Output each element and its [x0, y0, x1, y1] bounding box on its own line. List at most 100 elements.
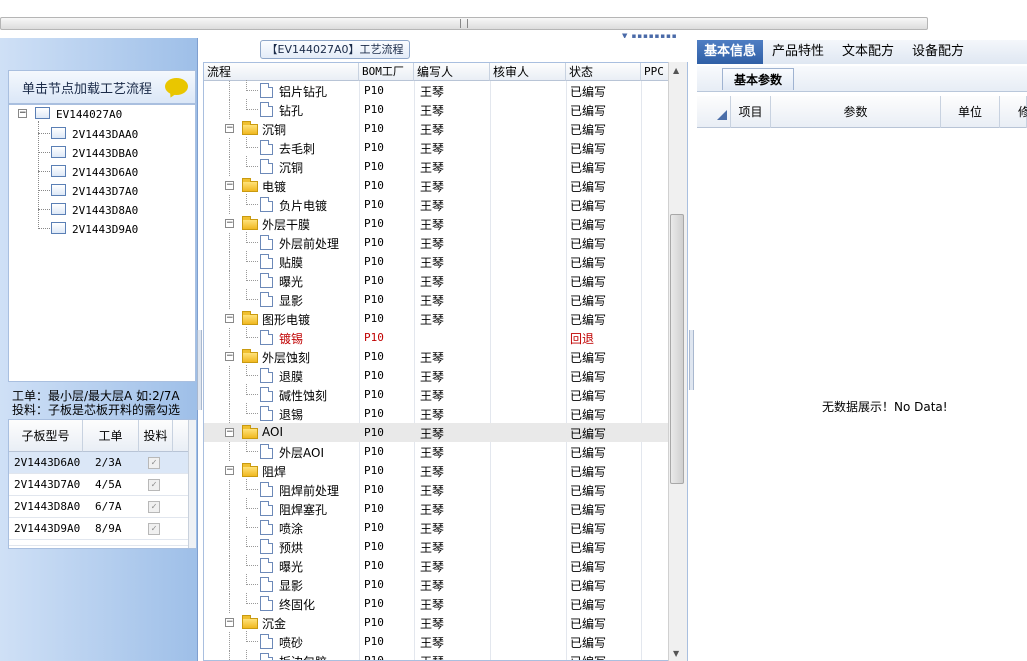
process-step-row[interactable]: 显影 P10 王琴 已编写 — [204, 289, 670, 309]
col-header-status[interactable]: 状态 — [566, 63, 641, 81]
process-name: 退膜 — [279, 370, 304, 384]
process-step-row[interactable]: 喷涂 P10 王琴 已编写 — [204, 517, 670, 537]
process-step-row[interactable]: 预烘 P10 王琴 已编写 — [204, 536, 670, 556]
expand-toggle-icon[interactable]: − — [225, 181, 234, 190]
tree-line — [229, 537, 230, 556]
col-header-feed[interactable]: 投料 — [139, 420, 173, 452]
tab-product-features[interactable]: 产品特性 — [765, 40, 831, 64]
process-step-row[interactable]: 退膜 P10 王琴 已编写 — [204, 365, 670, 385]
scroll-up-icon[interactable]: ▲ — [673, 66, 679, 75]
status-cell: 已编写 — [570, 104, 607, 118]
process-step-row[interactable]: 贴膜 P10 王琴 已编写 — [204, 251, 670, 271]
writer-cell: 王琴 — [420, 465, 445, 479]
col-header-flow[interactable]: 流程 — [204, 63, 359, 81]
scrollbar-grip-icon[interactable] — [460, 19, 468, 28]
process-step-row[interactable]: 退锡 P10 王琴 已编写 — [204, 403, 670, 423]
process-scroll-thumb[interactable] — [670, 214, 684, 484]
col-header-unit[interactable]: 单位 — [941, 96, 1000, 128]
tree-child-label[interactable]: 2V1443DAA0 — [72, 128, 138, 141]
writer-cell: 王琴 — [420, 408, 445, 422]
bom-cell: P10 — [364, 198, 384, 211]
process-step-row[interactable]: 铝片钻孔 P10 王琴 已编写 — [204, 80, 670, 100]
expand-toggle-icon[interactable]: − — [225, 352, 234, 361]
col-header-ppc[interactable]: PPC — [641, 63, 671, 81]
bom-cell: P10 — [364, 616, 384, 629]
process-group-row[interactable]: − 图形电镀 P10 王琴 已编写 — [204, 309, 670, 328]
sub-table-scrollbar[interactable] — [188, 420, 196, 548]
tab-text-recipe[interactable]: 文本配方 — [835, 40, 901, 64]
feed-checkbox[interactable]: ✓ — [148, 479, 160, 491]
process-group-row[interactable]: − 外层蚀刻 P10 王琴 已编写 — [204, 347, 670, 366]
col-header-order[interactable]: 工单 — [83, 420, 139, 452]
status-cell: 回退 — [570, 332, 595, 346]
writer-cell: 王琴 — [420, 484, 445, 498]
process-step-row[interactable]: 阻焊塞孔 P10 王琴 已编写 — [204, 498, 670, 518]
feed-checkbox[interactable]: ✓ — [148, 523, 160, 535]
col-header-param[interactable]: 参数 — [771, 96, 941, 128]
table-row[interactable]: 2V1443D9A0 8/9A ✓ — [9, 518, 189, 540]
writer-cell: 王琴 — [420, 351, 445, 365]
process-step-row[interactable]: 喷砂 P10 王琴 已编写 — [204, 631, 670, 651]
process-group-row[interactable]: − AOI P10 王琴 已编写 — [204, 423, 670, 442]
process-step-row[interactable]: 板边包胶 P10 王琴 已编写 — [204, 650, 670, 660]
process-step-row[interactable]: 显影 P10 王琴 已编写 — [204, 574, 670, 594]
tree-root-label[interactable]: EV144027A0 — [56, 108, 122, 121]
table-row[interactable]: 2V1443D8A0 6/7A ✓ — [9, 496, 189, 518]
process-group-row[interactable]: − 阻焊 P10 王琴 已编写 — [204, 461, 670, 480]
feed-checkbox[interactable]: ✓ — [148, 457, 160, 469]
col-header-item[interactable]: 项目 — [731, 96, 771, 128]
expand-toggle-icon[interactable]: − — [225, 219, 234, 228]
col-header-modify[interactable]: 修 — [1000, 96, 1027, 128]
expand-toggle-icon[interactable]: − — [225, 618, 234, 627]
tab-basic-params[interactable]: 基本参数 — [722, 68, 794, 90]
tree-line — [246, 147, 258, 148]
process-group-row[interactable]: − 沉铜 P10 王琴 已编写 — [204, 119, 670, 138]
col-header-reviewer[interactable]: 核审人 — [490, 63, 566, 81]
info-line-2: 投料：子板是芯板开料的需勾选 — [12, 403, 181, 417]
table-row[interactable]: 2V1443D6A0 2/3A ✓ — [9, 452, 189, 474]
writer-cell: 王琴 — [420, 294, 445, 308]
tree-child-label[interactable]: 2V1443D7A0 — [72, 185, 138, 198]
status-cell: 已编写 — [570, 503, 607, 517]
process-step-row[interactable]: 负片电镀 P10 王琴 已编写 — [204, 194, 670, 214]
bom-cell: P10 — [364, 407, 384, 420]
col-header-writer[interactable]: 编写人 — [414, 63, 490, 81]
tree-line — [246, 299, 258, 300]
process-step-row[interactable]: 曝光 P10 王琴 已编写 — [204, 555, 670, 575]
process-step-row[interactable]: 外层AOI P10 王琴 已编写 — [204, 441, 670, 461]
tree-child-label[interactable]: 2V1443DBA0 — [72, 147, 138, 160]
feed-checkbox[interactable]: ✓ — [148, 501, 160, 513]
right-splitter[interactable] — [689, 330, 694, 390]
scroll-down-icon[interactable]: ▼ — [673, 649, 679, 658]
process-group-row[interactable]: − 沉金 P10 王琴 已编写 — [204, 613, 670, 632]
tree-line — [229, 252, 230, 271]
tree-child-label[interactable]: 2V1443D6A0 — [72, 166, 138, 179]
tree-child-label[interactable]: 2V1443D8A0 — [72, 204, 138, 217]
expand-toggle-icon[interactable]: − — [225, 124, 234, 133]
process-step-row[interactable]: 去毛刺 P10 王琴 已编写 — [204, 137, 670, 157]
tree-collapse-icon[interactable]: − — [18, 109, 27, 118]
process-step-row[interactable]: 碱性蚀刻 P10 王琴 已编写 — [204, 384, 670, 404]
col-header-bom[interactable]: BOM工厂 — [359, 63, 414, 81]
table-row[interactable]: 2V1443D7A0 4/5A ✓ — [9, 474, 189, 496]
process-step-row[interactable]: 曝光 P10 王琴 已编写 — [204, 270, 670, 290]
col-header-model[interactable]: 子板型号 — [9, 420, 83, 452]
expand-toggle-icon[interactable]: − — [225, 428, 234, 437]
tab-device-recipe[interactable]: 设备配方 — [905, 40, 971, 64]
process-step-row[interactable]: 镀锡 P10 回退 — [204, 327, 670, 347]
expand-toggle-icon[interactable]: − — [225, 314, 234, 323]
process-group-row[interactable]: − 外层干膜 P10 王琴 已编写 — [204, 214, 670, 233]
process-step-row[interactable]: 沉铜 P10 王琴 已编写 — [204, 156, 670, 176]
node-icon — [51, 222, 66, 234]
process-step-row[interactable]: 外层前处理 P10 王琴 已编写 — [204, 232, 670, 252]
process-group-row[interactable]: − 电镀 P10 王琴 已编写 — [204, 176, 670, 195]
process-step-row[interactable]: 阻焊前处理 P10 王琴 已编写 — [204, 479, 670, 499]
left-splitter[interactable] — [197, 330, 202, 410]
tab-basic-info[interactable]: 基本信息 — [697, 40, 764, 64]
bom-cell: P10 — [364, 578, 384, 591]
process-step-row[interactable]: 终固化 P10 王琴 已编写 — [204, 593, 670, 613]
expand-toggle-icon[interactable]: − — [225, 466, 234, 475]
tree-child-label[interactable]: 2V1443D9A0 — [72, 223, 138, 236]
corner-cell — [697, 96, 731, 128]
process-step-row[interactable]: 钻孔 P10 王琴 已编写 — [204, 99, 670, 119]
